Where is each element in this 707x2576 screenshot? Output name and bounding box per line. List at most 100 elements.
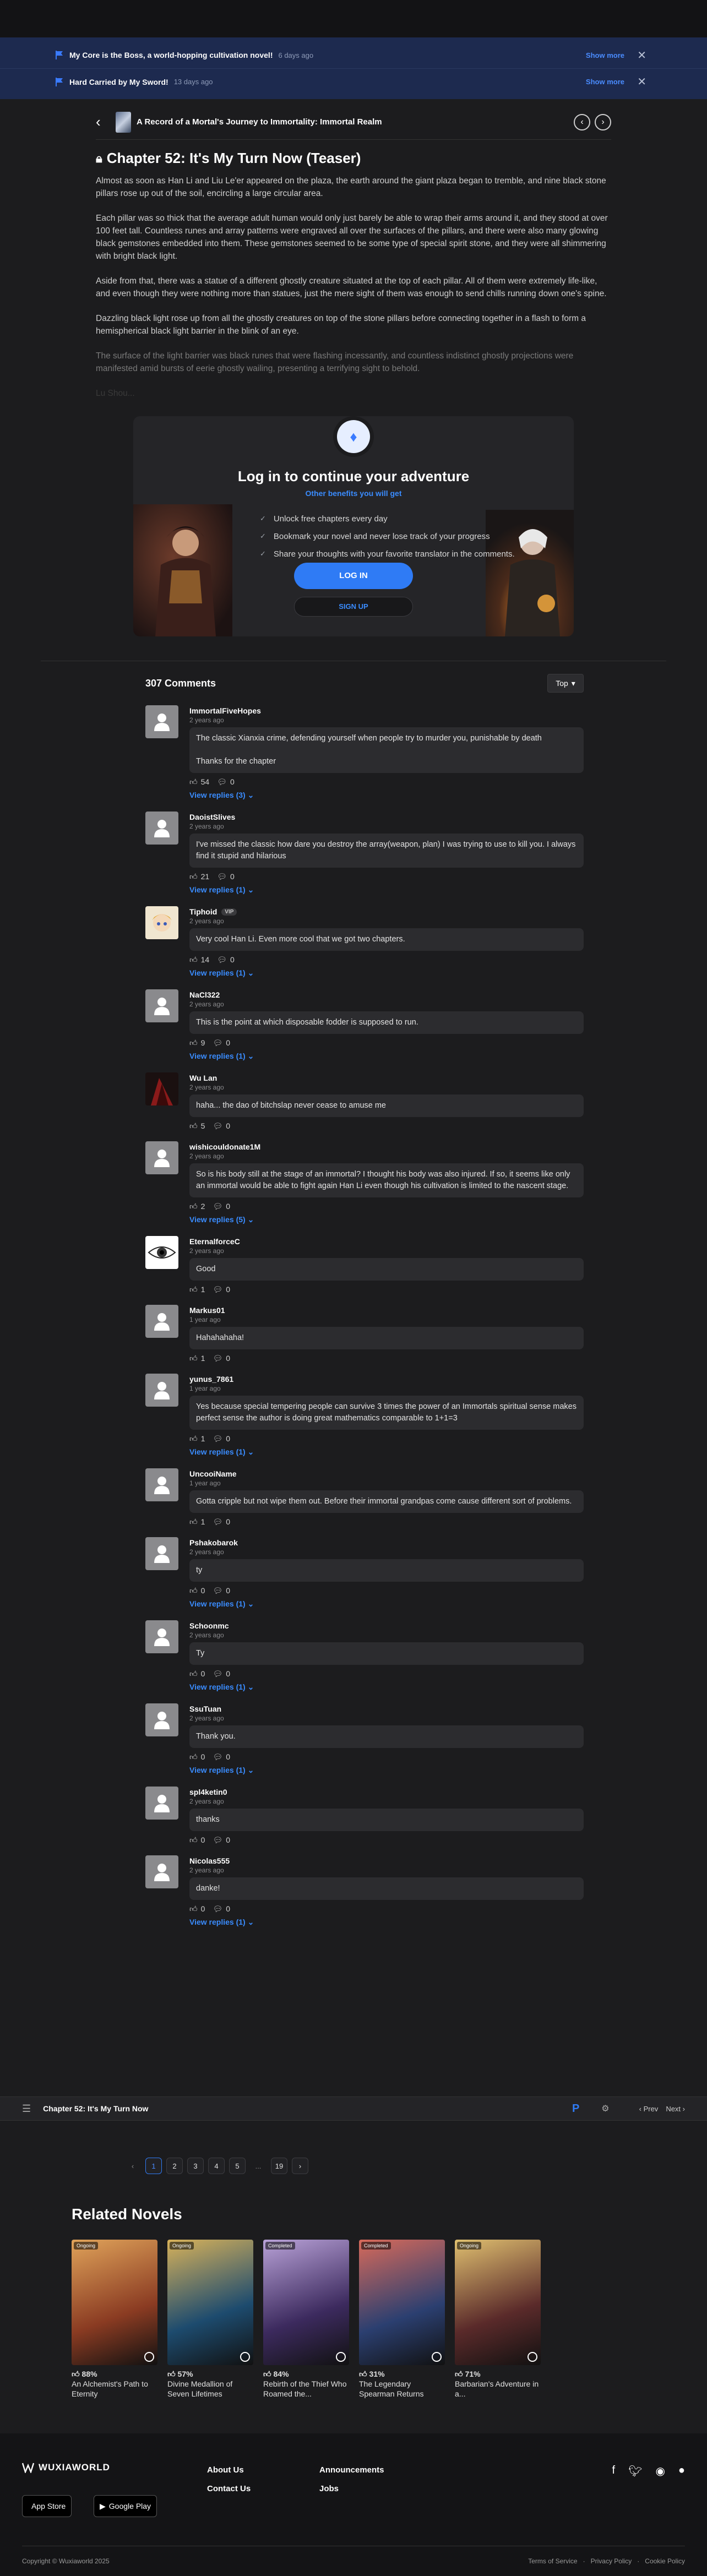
avatar[interactable] [145, 906, 178, 939]
related-novel-card[interactable]: Completed 👍︎ 31% The Legendary Spearman Re… [359, 2240, 445, 2399]
novel-cover-thumbnail[interactable] [116, 111, 131, 133]
novel-name[interactable]: Rebirth of the Thief Who Roamed the... [263, 2379, 349, 2399]
login-button[interactable]: LOG IN [294, 563, 413, 589]
avatar[interactable] [145, 989, 178, 1022]
like-button[interactable]: 👍︎ 0 [189, 1904, 205, 1914]
close-icon[interactable]: ✕ [637, 75, 646, 89]
view-replies-link[interactable]: View replies (1) ⌄ [189, 1052, 584, 1066]
pagination-page[interactable]: 4 [208, 2158, 225, 2174]
reply-button[interactable]: 💬︎ 0 [213, 1121, 230, 1131]
google-play-badge[interactable]: ▶ Google Play [94, 2495, 157, 2517]
pagination-next-icon[interactable]: › [292, 2158, 308, 2174]
announcement-item[interactable]: Hard Carried by My Sword! 13 days ago Sh… [0, 68, 707, 95]
comment-username[interactable]: EternalforceC [189, 1236, 584, 1247]
username-text[interactable]: UncooiName [189, 1469, 237, 1478]
view-replies-link[interactable]: View replies (3) ⌄ [189, 791, 584, 805]
comment-username[interactable]: yunus_7861 [189, 1374, 584, 1385]
sort-dropdown[interactable]: Top ▾ [547, 674, 584, 693]
like-button[interactable]: 👍︎ 0 [189, 1752, 205, 1762]
next-chapter-button[interactable]: Next › [666, 2105, 685, 2113]
comment-username[interactable]: Tiphoid VIP [189, 906, 584, 917]
avatar[interactable] [145, 1305, 178, 1338]
novel-cover[interactable]: Completed [263, 2240, 349, 2365]
comment-username[interactable]: SsuTuan [189, 1703, 584, 1714]
username-text[interactable]: Tiphoid [189, 907, 217, 916]
like-button[interactable]: 👍︎ 2 [189, 1202, 205, 1211]
related-novel-card[interactable]: Completed 👍︎ 84% Rebirth of the Thief Who … [263, 2240, 349, 2399]
novel-title-link[interactable]: A Record of a Mortal's Journey to Immort… [137, 117, 569, 127]
signup-button[interactable]: SIGN UP [294, 597, 413, 617]
related-novel-card[interactable]: Ongoing 👍︎ 88% An Alchemist's Path to Eter… [72, 2240, 157, 2399]
novel-cover[interactable]: Completed [359, 2240, 445, 2365]
novel-cover[interactable]: Ongoing [455, 2240, 541, 2365]
like-button[interactable]: 👍︎ 1 [189, 1517, 205, 1527]
comment-username[interactable]: ImmortalFiveHopes [189, 705, 584, 716]
view-replies-link[interactable]: View replies (1) ⌄ [189, 968, 584, 983]
like-button[interactable]: 👍︎ 5 [189, 1121, 205, 1131]
twitter-icon[interactable]: 🐦︎ [628, 2464, 642, 2478]
footer-link-about[interactable]: About Us [207, 2465, 244, 2475]
comment-username[interactable]: Nicolas555 [189, 1855, 584, 1866]
avatar[interactable] [145, 1855, 178, 1888]
like-button[interactable]: 👍︎ 21 [189, 872, 209, 881]
comment-username[interactable]: Wu Lan [189, 1072, 584, 1083]
show-more-link[interactable]: Show more [586, 78, 624, 86]
view-replies-link[interactable]: View replies (1) ⌄ [189, 885, 584, 900]
avatar[interactable] [145, 1072, 178, 1105]
pagination-page[interactable]: 5 [229, 2158, 246, 2174]
like-button[interactable]: 👍︎ 0 [189, 1669, 205, 1679]
avatar[interactable] [145, 1787, 178, 1820]
reply-button[interactable]: 💬︎ 0 [217, 955, 235, 965]
novel-cover[interactable]: Ongoing [167, 2240, 253, 2365]
avatar[interactable] [145, 812, 178, 845]
novel-name[interactable]: The Legendary Spearman Returns [359, 2379, 445, 2399]
novel-name[interactable]: Divine Medallion of Seven Lifetimes [167, 2379, 253, 2399]
pagination-page[interactable]: 3 [187, 2158, 204, 2174]
previous-chapter-icon[interactable]: ‹ [574, 113, 590, 130]
novel-cover[interactable]: Ongoing [72, 2240, 157, 2365]
related-novel-card[interactable]: Ongoing 👍︎ 71% Barbarian's Adventure in a.… [455, 2240, 541, 2399]
bookmark-icon[interactable] [336, 2352, 346, 2362]
username-text[interactable]: yunus_7861 [189, 1375, 233, 1384]
wuxiaworld-logo[interactable]: WUXIAWORLD [22, 2462, 110, 2473]
next-chapter-icon[interactable]: › [595, 113, 611, 130]
font-settings-icon[interactable]: ⚙ [601, 2103, 609, 2114]
footer-link-jobs[interactable]: Jobs [319, 2484, 339, 2493]
reddit-icon[interactable]: ● [678, 2464, 685, 2478]
bookmark-icon[interactable] [432, 2352, 442, 2362]
comment-username[interactable]: NaCl322 [189, 989, 584, 1000]
show-more-link[interactable]: Show more [586, 51, 624, 59]
terms-link[interactable]: Terms of Service [528, 2557, 577, 2565]
reply-button[interactable]: 💬︎ 0 [213, 1038, 230, 1048]
novel-name[interactable]: Barbarian's Adventure in a... [455, 2379, 541, 2399]
like-button[interactable]: 👍︎ 0 [189, 1586, 205, 1595]
reply-button[interactable]: 💬︎ 0 [213, 1836, 230, 1845]
related-novel-card[interactable]: Ongoing 👍︎ 57% Divine Medallion of Seven L… [167, 2240, 253, 2399]
username-text[interactable]: Schoonmc [189, 1621, 229, 1630]
username-text[interactable]: NaCl322 [189, 990, 220, 999]
reply-button[interactable]: 💬︎ 0 [213, 1904, 230, 1914]
view-replies-link[interactable]: View replies (1) ⌄ [189, 1599, 584, 1614]
username-text[interactable]: SsuTuan [189, 1704, 221, 1713]
avatar[interactable] [145, 1141, 178, 1174]
reply-button[interactable]: 💬︎ 0 [213, 1669, 230, 1679]
avatar[interactable] [145, 705, 178, 738]
username-text[interactable]: ImmortalFiveHopes [189, 706, 261, 715]
bookmark-icon[interactable] [144, 2352, 154, 2362]
app-store-badge[interactable]: App Store [22, 2495, 72, 2517]
reply-button[interactable]: 💬︎ 0 [213, 1752, 230, 1762]
avatar[interactable] [145, 1537, 178, 1570]
footer-link-contact[interactable]: Contact Us [207, 2484, 251, 2493]
discord-icon[interactable]: ◉ [655, 2464, 665, 2478]
view-replies-link[interactable]: View replies (1) ⌄ [189, 1766, 584, 1780]
prev-chapter-button[interactable]: ‹ Prev [639, 2105, 659, 2113]
reply-button[interactable]: 💬︎ 0 [213, 1354, 230, 1363]
like-button[interactable]: 👍︎ 14 [189, 955, 209, 965]
bookmark-icon[interactable] [527, 2352, 537, 2362]
comment-username[interactable]: UncooiName [189, 1468, 584, 1479]
username-text[interactable]: EternalforceC [189, 1237, 240, 1246]
pagination-page[interactable]: 2 [166, 2158, 183, 2174]
comment-username[interactable]: spl4ketin0 [189, 1787, 584, 1798]
bottom-nav-chapter-title[interactable]: Chapter 52: It's My Turn Now [43, 2104, 572, 2113]
username-text[interactable]: Wu Lan [189, 1074, 217, 1082]
